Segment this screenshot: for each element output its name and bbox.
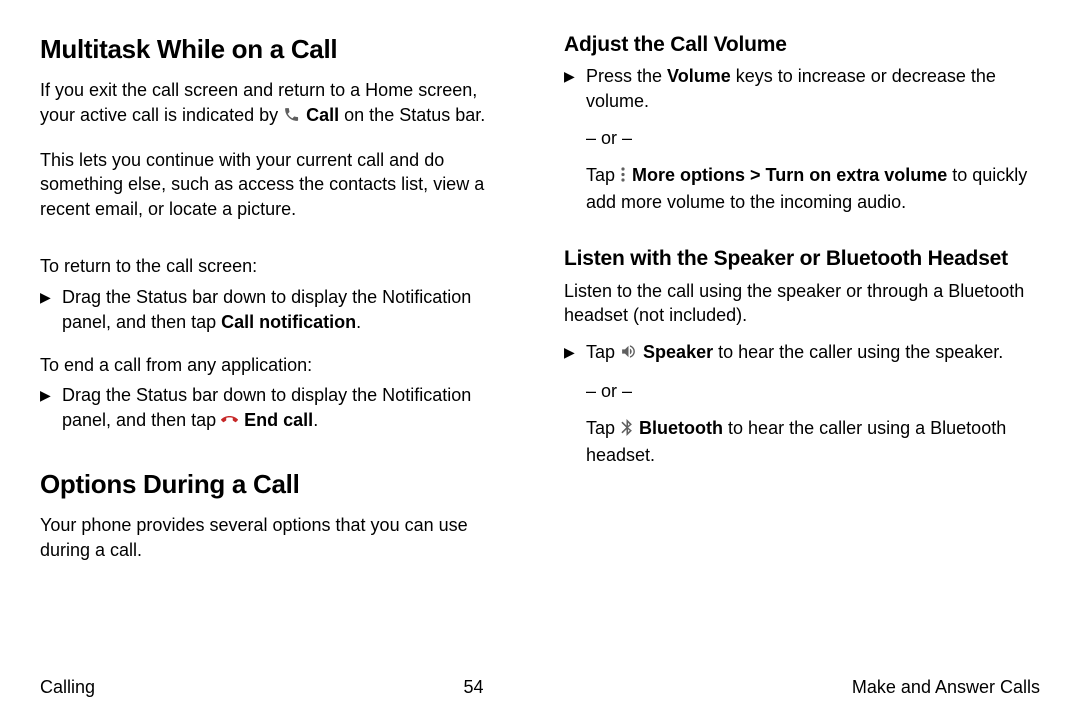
triangle-bullet-icon: ▶	[40, 383, 62, 435]
triangle-bullet-icon: ▶	[564, 340, 586, 367]
paragraph: Listen to the call using the speaker or …	[564, 279, 1040, 329]
bullet-text: Tap Speaker to hear the caller using the…	[586, 340, 1040, 367]
footer-section: Make and Answer Calls	[852, 677, 1040, 698]
triangle-bullet-icon: ▶	[564, 64, 586, 114]
text: to hear the caller using the speaker.	[713, 342, 1003, 362]
end-call-icon	[221, 410, 238, 435]
footer-chapter: Calling	[40, 677, 95, 698]
bold-text: Speaker	[643, 342, 713, 362]
bold-text: More options > Turn on extra volume	[632, 165, 947, 185]
bold-text: Call notification	[221, 312, 356, 332]
bullet-item: ▶ Drag the Status bar down to display th…	[40, 383, 516, 435]
bold-text: Volume	[667, 66, 731, 86]
bullet-item: ▶ Press the Volume keys to increase or d…	[564, 64, 1040, 114]
bold-text: Bluetooth	[639, 418, 723, 438]
or-separator: – or –	[564, 126, 1040, 151]
more-options-icon	[620, 165, 626, 190]
text: Press the	[586, 66, 667, 86]
continuation-paragraph: Tap Bluetooth to hear the caller using a…	[564, 416, 1040, 468]
spacer	[40, 240, 516, 254]
paragraph: To end a call from any application:	[40, 353, 516, 378]
or-separator: – or –	[564, 379, 1040, 404]
continuation-paragraph: Tap More options > Turn on extra volume …	[564, 163, 1040, 215]
manual-page: Multitask While on a Call If you exit th…	[0, 0, 1080, 720]
spacer	[564, 232, 1040, 246]
triangle-bullet-icon: ▶	[40, 285, 62, 335]
bluetooth-icon	[620, 418, 633, 443]
paragraph: To return to the call screen:	[40, 254, 516, 279]
heading-multitask: Multitask While on a Call	[40, 32, 516, 68]
text: Tap	[586, 165, 620, 185]
spacer	[40, 453, 516, 467]
text: .	[313, 410, 318, 430]
two-column-layout: Multitask While on a Call If you exit th…	[40, 32, 1040, 662]
bullet-text: Drag the Status bar down to display the …	[62, 285, 516, 335]
subheading-speaker: Listen with the Speaker or Bluetooth Hea…	[564, 246, 1040, 272]
subheading-volume: Adjust the Call Volume	[564, 32, 1040, 58]
paragraph: If you exit the call screen and return t…	[40, 78, 516, 130]
text: Tap	[586, 342, 620, 362]
text: on the Status bar.	[339, 105, 485, 125]
bullet-text: Drag the Status bar down to display the …	[62, 383, 516, 435]
speaker-icon	[620, 342, 637, 367]
page-footer: Calling 54 Make and Answer Calls	[40, 677, 1040, 698]
right-column: Adjust the Call Volume ▶ Press the Volum…	[564, 32, 1040, 662]
paragraph: This lets you continue with your current…	[40, 148, 516, 222]
bold-text: End call	[244, 410, 313, 430]
footer-page-number: 54	[463, 677, 483, 698]
bullet-item: ▶ Tap Speaker to hear the caller using t…	[564, 340, 1040, 367]
paragraph: Your phone provides several options that…	[40, 513, 516, 563]
bullet-item: ▶ Drag the Status bar down to display th…	[40, 285, 516, 335]
bold-text: Call	[306, 105, 339, 125]
heading-options: Options During a Call	[40, 467, 516, 503]
phone-call-icon	[283, 105, 300, 130]
bullet-text: Press the Volume keys to increase or dec…	[586, 64, 1040, 114]
left-column: Multitask While on a Call If you exit th…	[40, 32, 516, 662]
text: .	[356, 312, 361, 332]
text: Tap	[586, 418, 620, 438]
